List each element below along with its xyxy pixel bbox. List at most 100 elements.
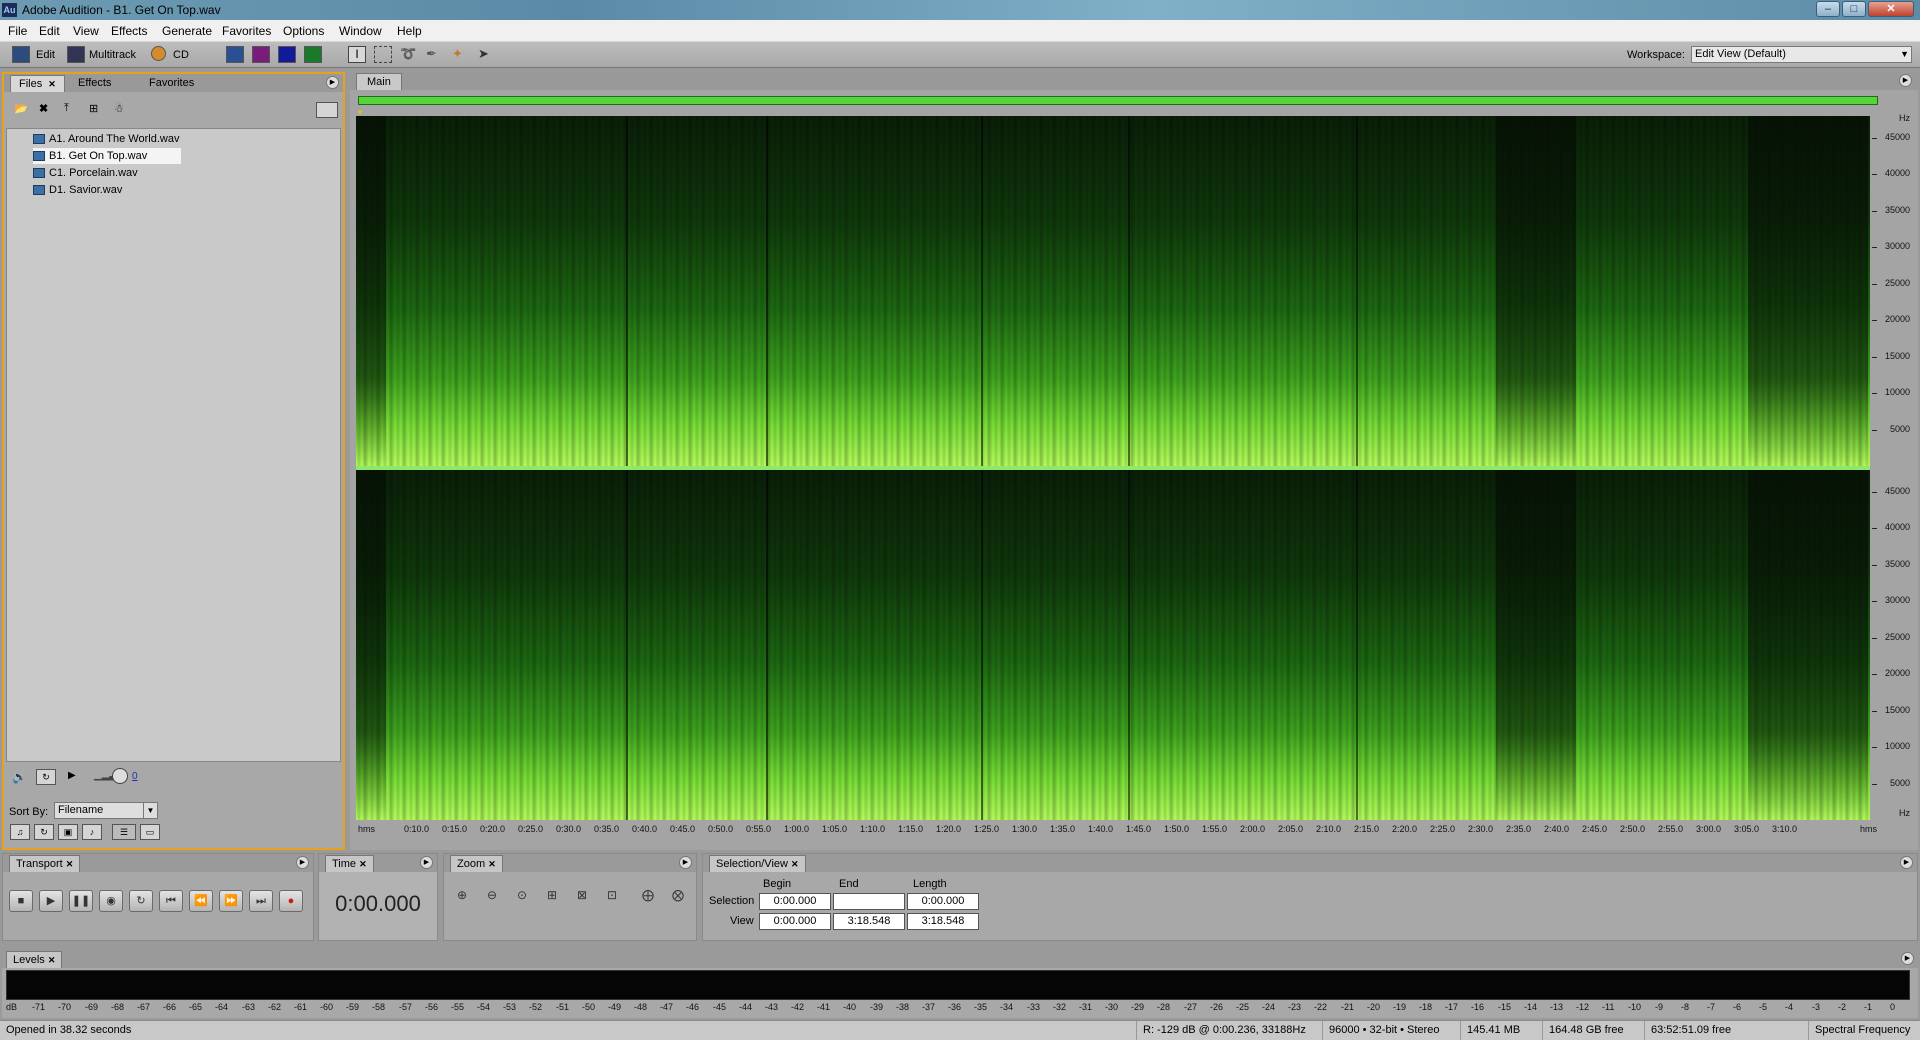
menu-view[interactable]: View <box>73 24 99 38</box>
view-begin-field[interactable]: 0:00.000 <box>759 913 831 930</box>
panel-menu-icon[interactable]: ▶ <box>296 856 309 869</box>
import-file-icon[interactable]: 📂 <box>14 102 32 118</box>
panel-menu-icon[interactable]: ▶ <box>420 856 433 869</box>
go-to-start-button[interactable]: ⏮ <box>159 890 183 912</box>
list-item[interactable]: D1. Savior.wav <box>33 182 128 198</box>
cd-view-button[interactable]: CD <box>173 45 189 65</box>
show-loops-icon[interactable]: ↻ <box>34 824 54 840</box>
tab-selection-view[interactable]: Selection/View ✕ <box>709 855 806 872</box>
close-icon[interactable]: ✕ <box>48 955 56 965</box>
view-options-icon[interactable] <box>316 102 338 118</box>
autoplay-icon[interactable]: 🔉 <box>12 770 27 784</box>
list-item[interactable]: B1. Get On Top.wav <box>33 148 181 164</box>
close-icon[interactable]: ✕ <box>359 859 367 869</box>
tab-transport[interactable]: Transport ✕ <box>9 855 81 872</box>
tab-zoom[interactable]: Zoom ✕ <box>450 855 503 872</box>
time-selection-tool-icon[interactable]: I <box>348 46 366 63</box>
volume-knob[interactable] <box>112 768 128 784</box>
rewind-button[interactable]: ⏪ <box>189 890 213 912</box>
tab-levels[interactable]: Levels ✕ <box>6 951 63 968</box>
spectral-pan-icon[interactable] <box>278 46 296 63</box>
close-icon[interactable]: ✕ <box>48 79 56 89</box>
zoom-to-left-edge-button[interactable]: ⊠ <box>570 884 594 906</box>
play-from-cursor-button[interactable]: ◉ <box>99 890 123 912</box>
menu-file[interactable]: File <box>8 24 27 38</box>
menu-window[interactable]: Window <box>339 24 382 38</box>
multitrack-button[interactable]: Multitrack <box>89 45 136 65</box>
spectrogram-display[interactable] <box>356 116 1870 820</box>
spot-healing-tool-icon[interactable]: ✦ <box>452 46 470 63</box>
loop-play-button[interactable]: ↻ <box>129 890 153 912</box>
marquee-tool-icon[interactable] <box>374 46 392 63</box>
minimize-button[interactable]: – <box>1816 1 1840 17</box>
tab-favorites[interactable]: Favorites <box>141 75 202 92</box>
close-icon[interactable]: ✕ <box>488 859 496 869</box>
close-file-icon[interactable]: ✖ <box>39 102 57 118</box>
zoom-in-vertical-button[interactable]: ⨁ <box>636 884 660 906</box>
panel-menu-icon[interactable]: ▶ <box>326 76 339 89</box>
tab-files[interactable]: Files ✕ <box>10 75 65 92</box>
selection-end-field[interactable] <box>833 893 905 910</box>
zoom-out-horizontal-button[interactable]: ⊖ <box>480 884 504 906</box>
zoom-in-horizontal-button[interactable]: ⊕ <box>450 884 474 906</box>
workspace-dropdown[interactable]: Edit View (Default) ▼ <box>1691 46 1912 63</box>
close-button[interactable]: ✕ <box>1868 1 1914 17</box>
show-audio-icon[interactable]: ♫ <box>10 824 30 840</box>
sort-by-dropdown[interactable]: Filename ▼ <box>54 802 158 819</box>
show-cues-icon[interactable]: ▭ <box>140 824 160 840</box>
insert-multitrack-icon[interactable]: ⤒ <box>64 102 82 118</box>
menu-edit[interactable]: Edit <box>39 24 60 38</box>
edit-file-icon[interactable]: ☃ <box>114 102 132 118</box>
menu-generate[interactable]: Generate <box>162 24 212 38</box>
selection-begin-field[interactable]: 0:00.000 <box>759 893 831 910</box>
selection-length-field[interactable]: 0:00.000 <box>907 893 979 910</box>
panel-menu-icon[interactable]: ▶ <box>1899 74 1912 87</box>
show-midi-icon[interactable]: ♪ <box>82 824 102 840</box>
menu-help[interactable]: Help <box>397 24 422 38</box>
lasso-tool-icon[interactable]: ➰ <box>400 46 418 63</box>
edit-view-button[interactable]: Edit <box>36 45 55 65</box>
go-to-end-button[interactable]: ⏭ <box>249 890 273 912</box>
zoom-to-right-edge-button[interactable]: ⊡ <box>600 884 624 906</box>
spectral-frequency-icon[interactable] <box>304 46 322 63</box>
right-channel-spectrogram[interactable] <box>356 470 1870 820</box>
menu-options[interactable]: Options <box>283 24 324 38</box>
list-item[interactable]: A1. Around The World.wav <box>33 131 185 147</box>
play-icon[interactable]: ▶ <box>68 770 76 781</box>
list-item[interactable]: C1. Porcelain.wav <box>33 165 144 181</box>
spectral-display-icon[interactable] <box>252 46 270 63</box>
close-icon[interactable]: ✕ <box>791 859 799 869</box>
volume-value[interactable]: 0 <box>132 771 138 782</box>
left-channel-spectrogram[interactable] <box>356 116 1870 466</box>
zoom-out-vertical-button[interactable]: ⨂ <box>666 884 690 906</box>
zoom-to-selection-button[interactable]: ⊞ <box>540 884 564 906</box>
show-video-icon[interactable]: ▣ <box>58 824 78 840</box>
brush-tool-icon[interactable]: ✒ <box>426 46 444 63</box>
panel-menu-icon[interactable]: ▶ <box>1901 952 1914 965</box>
close-icon[interactable]: ✕ <box>66 859 74 869</box>
zoom-out-full-button[interactable]: ⊙ <box>510 884 534 906</box>
waveform-display-icon[interactable] <box>226 46 244 63</box>
tab-time[interactable]: Time ✕ <box>325 855 374 872</box>
cd-icon[interactable] <box>151 46 166 61</box>
record-button[interactable]: ● <box>279 890 303 912</box>
tab-effects[interactable]: Effects <box>70 75 119 92</box>
view-end-field[interactable]: 3:18.548 <box>833 913 905 930</box>
insert-cd-icon[interactable]: ⊞ <box>89 102 107 118</box>
multitrack-icon[interactable] <box>67 46 85 63</box>
menu-effects[interactable]: Effects <box>111 24 147 38</box>
maximize-button[interactable]: □ <box>1842 1 1866 17</box>
show-full-path-icon[interactable]: ☰ <box>112 824 136 840</box>
loop-icon[interactable]: ↻ <box>36 769 56 785</box>
scrub-tool-icon[interactable]: ➤ <box>478 46 496 63</box>
pause-button[interactable]: ❚❚ <box>69 890 93 912</box>
menu-favorites[interactable]: Favorites <box>222 24 271 38</box>
overview-bar[interactable] <box>358 96 1878 105</box>
play-button[interactable]: ▶ <box>39 890 63 912</box>
panel-menu-icon[interactable]: ▶ <box>679 856 692 869</box>
panel-menu-icon[interactable]: ▶ <box>1900 856 1913 869</box>
stop-button[interactable]: ■ <box>9 890 33 912</box>
view-length-field[interactable]: 3:18.548 <box>907 913 979 930</box>
fast-forward-button[interactable]: ⏩ <box>219 890 243 912</box>
tab-main[interactable]: Main <box>356 73 402 90</box>
